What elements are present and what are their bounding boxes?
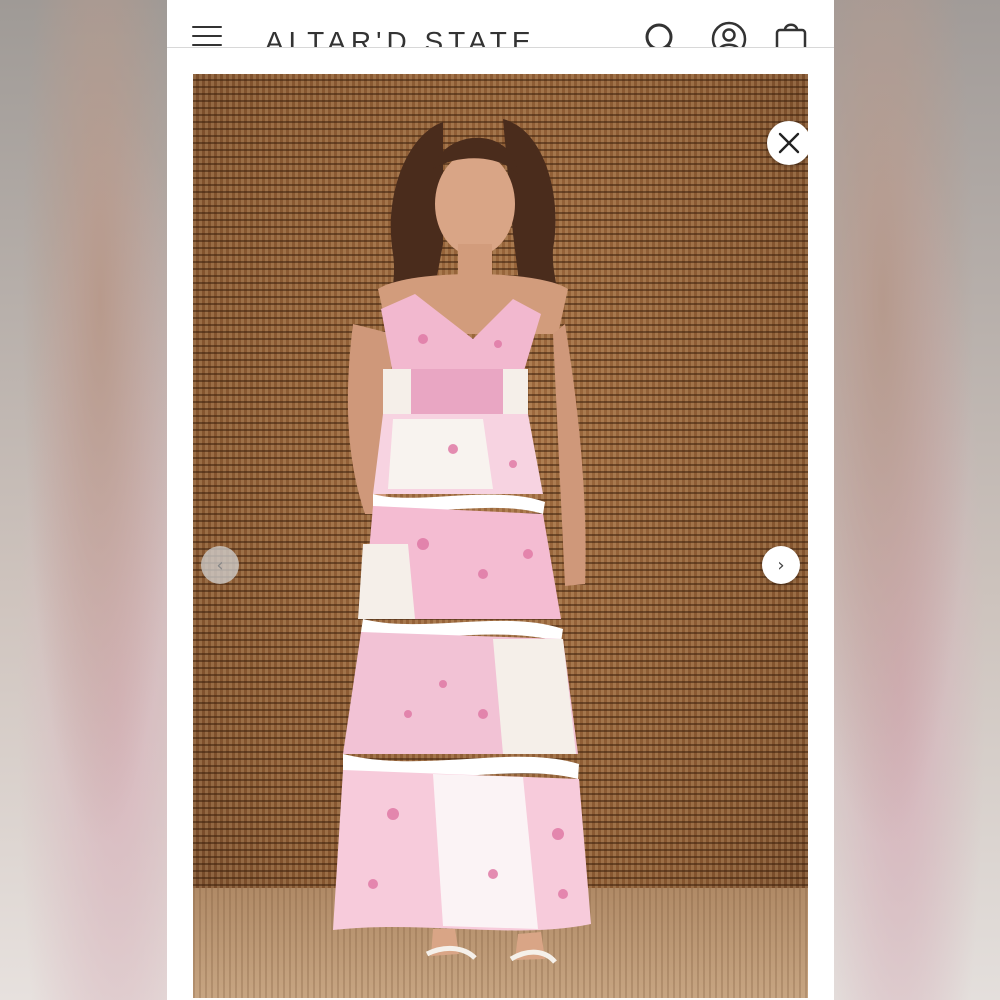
model-illustration	[333, 119, 591, 964]
product-photo[interactable]: ‹ ›	[193, 74, 808, 998]
search-icon[interactable]	[642, 20, 680, 47]
blurred-backdrop-right	[833, 0, 1000, 1000]
close-icon	[778, 132, 800, 154]
blurred-backdrop-left	[0, 0, 167, 1000]
shopping-bag-icon[interactable]	[772, 20, 810, 47]
previous-image-button[interactable]: ‹	[201, 546, 239, 584]
image-zoom-modal: ‹ ›	[167, 47, 834, 1000]
chevron-right-icon: ›	[777, 554, 785, 576]
next-image-button[interactable]: ›	[762, 546, 800, 584]
chevron-left-icon: ‹	[216, 554, 224, 576]
site-header: ALTAR'D STATE	[167, 0, 834, 47]
account-icon[interactable]	[710, 20, 748, 47]
close-button[interactable]	[767, 121, 808, 165]
menu-icon[interactable]	[192, 26, 222, 47]
mobile-page: ALTAR'D STATE ‹ ›	[167, 0, 834, 1000]
brand-logo[interactable]: ALTAR'D STATE	[265, 26, 536, 47]
